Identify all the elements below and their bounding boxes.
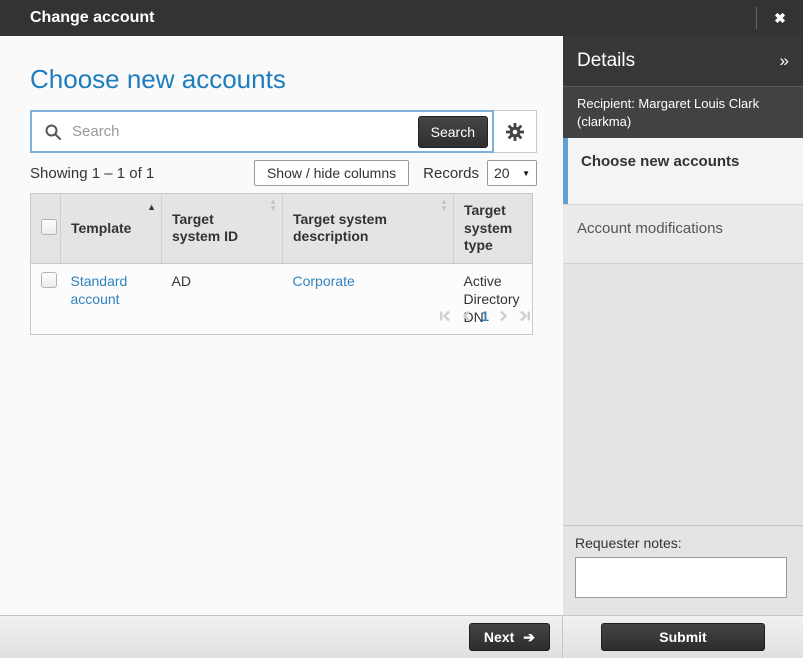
- main-panel: Choose new accounts Search Search Showin…: [0, 36, 563, 615]
- dialog-title: Change account: [30, 9, 155, 26]
- column-label: Template: [71, 219, 132, 236]
- select-all-checkbox[interactable]: [41, 219, 57, 235]
- row-checkbox[interactable]: [41, 271, 57, 288]
- last-page-button[interactable]: [517, 309, 532, 323]
- dialog-footer: Next ➔ Submit: [0, 615, 803, 658]
- column-header-template[interactable]: Template ▲: [60, 193, 162, 264]
- records-select-value: 20: [494, 165, 510, 181]
- details-title: Details: [577, 50, 636, 71]
- showing-count-label: Showing 1 – 1 of 1: [30, 164, 155, 182]
- requester-notes-section: Requester notes:: [563, 525, 803, 615]
- sidebar-filler: [563, 263, 803, 525]
- arrow-right-icon: ➔: [523, 628, 535, 645]
- caret-down-icon: ▼: [269, 203, 277, 213]
- requester-notes-label: Requester notes:: [575, 535, 682, 551]
- select-all-header: [30, 193, 61, 264]
- column-label: Target system description: [293, 210, 387, 245]
- sidebar-item-choose-new-accounts[interactable]: Choose new accounts: [563, 138, 803, 205]
- requester-notes-input[interactable]: [575, 557, 787, 598]
- close-icon: ✖: [774, 9, 786, 26]
- show-hide-columns-button[interactable]: Show / hide columns: [253, 160, 410, 186]
- footer-main: Next ➔: [0, 616, 563, 658]
- search-input[interactable]: [72, 123, 418, 140]
- footer-sidebar: Submit: [563, 616, 803, 658]
- description-link[interactable]: Corporate: [293, 273, 355, 289]
- template-link[interactable]: Standard account: [71, 273, 128, 307]
- recipient-info: Recipient: Margaret Louis Clark (clarkma…: [563, 86, 803, 139]
- next-page-button[interactable]: [498, 309, 510, 323]
- column-header-target-system-description[interactable]: Target system description ▲ ▼: [282, 193, 454, 264]
- search-settings-button[interactable]: [494, 111, 536, 152]
- column-label: Target system type: [464, 202, 513, 253]
- submit-button[interactable]: Submit: [601, 623, 765, 651]
- sort-ascending-icon: ▲: [147, 202, 156, 212]
- sort-icon: ▲ ▼: [269, 198, 277, 213]
- sort-icon: ▲ ▼: [440, 198, 448, 213]
- search-bar: Search: [30, 110, 537, 153]
- close-button[interactable]: ✖: [757, 0, 803, 36]
- details-header: Details »: [563, 36, 803, 86]
- current-page-number: 1: [481, 308, 489, 324]
- caret-down-icon: ▼: [440, 203, 448, 213]
- table-header-row: Template ▲ Target system ID ▲ ▼ Target s…: [30, 193, 533, 264]
- table-toolbar: Showing 1 – 1 of 1 Show / hide columns R…: [30, 159, 537, 187]
- column-label: Target system ID: [172, 210, 239, 245]
- gear-icon: [505, 122, 525, 142]
- first-page-button[interactable]: [438, 309, 453, 323]
- search-field: Search: [30, 110, 494, 153]
- next-button[interactable]: Next ➔: [468, 623, 550, 651]
- search-icon: [44, 123, 62, 141]
- chevron-down-icon: ▼: [522, 168, 530, 178]
- details-sidebar: Details » Recipient: Margaret Louis Clar…: [563, 36, 803, 615]
- page-title: Choose new accounts: [30, 64, 286, 94]
- column-header-target-system-type[interactable]: Target system type: [453, 193, 533, 264]
- previous-page-button[interactable]: [460, 309, 472, 323]
- change-account-dialog: Change account ✖ Choose new accounts Sea…: [0, 0, 803, 658]
- pagination: 1: [30, 308, 532, 324]
- collapse-sidebar-icon[interactable]: »: [780, 51, 789, 71]
- column-header-target-system-id[interactable]: Target system ID ▲ ▼: [161, 193, 283, 264]
- dialog-titlebar: Change account ✖: [0, 0, 803, 36]
- records-select[interactable]: 20 ▼: [487, 160, 537, 186]
- sidebar-item-account-modifications[interactable]: Account modifications: [563, 204, 803, 264]
- search-button[interactable]: Search: [417, 115, 488, 148]
- next-button-label: Next: [483, 629, 515, 645]
- records-label: Records: [423, 164, 479, 182]
